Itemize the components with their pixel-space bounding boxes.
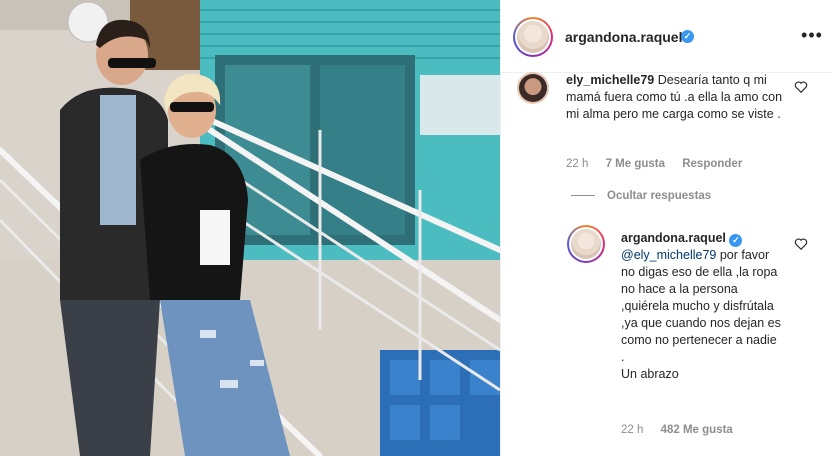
post-sidebar: argandona.raquel ✓ ••• ely_michelle79 De…: [500, 0, 832, 456]
reply-like-heart-icon[interactable]: [794, 237, 808, 251]
reply-signoff: Un abrazo: [621, 367, 679, 381]
comment-time: 22 h: [566, 158, 589, 170]
more-options-icon[interactable]: •••: [801, 26, 823, 48]
verified-badge-icon: ✓: [681, 30, 694, 43]
post-header: argandona.raquel ✓ •••: [501, 0, 832, 73]
hide-replies-label: Ocultar respuestas: [607, 190, 712, 202]
reply-comment: argandona.raquel ✓ @ely_michelle79 por f…: [621, 230, 783, 383]
reply-time: 22 h: [621, 424, 644, 436]
reply-body: por favor no digas eso de ella ,la ropa …: [621, 248, 781, 364]
post-image: [0, 0, 500, 456]
reply-meta: 22 h 482 Me gusta: [621, 424, 747, 436]
post-photo[interactable]: [0, 0, 500, 456]
divider: [571, 195, 595, 197]
comment-likes[interactable]: 7 Me gusta: [606, 158, 665, 170]
reply-button[interactable]: Responder: [682, 158, 742, 170]
reply-mention[interactable]: @ely_michelle79: [621, 248, 716, 262]
like-heart-icon[interactable]: [794, 80, 808, 94]
hide-replies-toggle[interactable]: Ocultar respuestas: [571, 190, 711, 202]
comment: ely_michelle79 Desearía tanto q mi mamá …: [566, 72, 788, 123]
commenter-avatar[interactable]: [517, 72, 549, 104]
author-avatar[interactable]: [513, 17, 553, 57]
reply-author-avatar[interactable]: [567, 225, 605, 263]
author-username[interactable]: argandona.raquel: [565, 29, 682, 45]
comment-username[interactable]: ely_michelle79: [566, 73, 654, 87]
reply-username[interactable]: argandona.raquel: [621, 231, 726, 245]
reply-likes[interactable]: 482 Me gusta: [661, 424, 733, 436]
reply-verified-icon: ✓: [729, 234, 743, 247]
comment-meta: 22 h 7 Me gusta Responder: [566, 158, 756, 170]
